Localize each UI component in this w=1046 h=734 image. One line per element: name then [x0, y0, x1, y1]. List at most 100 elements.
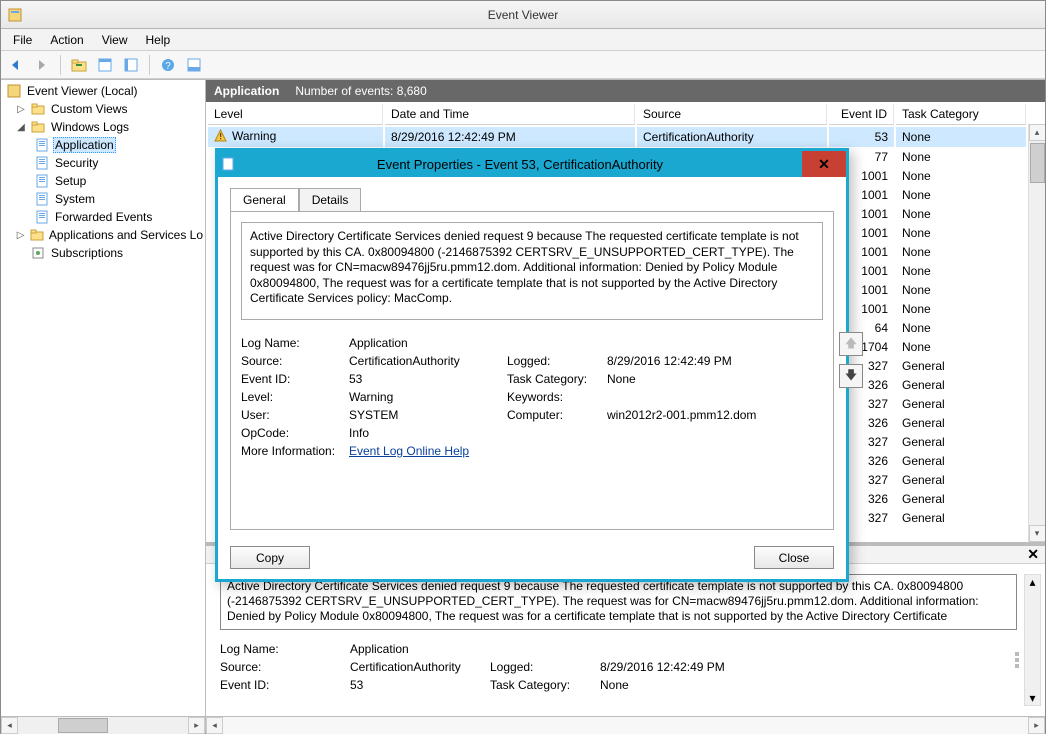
close-preview-icon[interactable]: ✕: [1027, 546, 1039, 563]
tree-system[interactable]: System: [1, 190, 205, 208]
menu-help[interactable]: Help: [138, 31, 179, 49]
scroll-thumb[interactable]: [1030, 143, 1045, 183]
tree-hscroll-thumb[interactable]: [58, 718, 108, 733]
log-icon: [34, 155, 50, 171]
taskcat-cell: None: [896, 149, 1026, 166]
col-date[interactable]: Date and Time: [385, 104, 635, 125]
forward-button[interactable]: [31, 54, 53, 76]
tree-subscriptions[interactable]: Subscriptions: [1, 244, 205, 262]
taskcat-cell: None: [896, 282, 1026, 299]
dialog-body: General Details Active Directory Certifi…: [218, 177, 846, 540]
tree-setup[interactable]: Setup: [1, 172, 205, 190]
help-button[interactable]: ?: [157, 54, 179, 76]
nav-tree[interactable]: Event Viewer (Local) ▷ Custom Views ◢ Wi…: [1, 80, 206, 716]
col-taskcat[interactable]: Task Category: [896, 104, 1026, 125]
taskcat-cell: None: [896, 301, 1026, 318]
tab-general[interactable]: General: [230, 188, 299, 212]
hscroll-left-icon[interactable]: ◂: [206, 717, 223, 734]
lbl-source: Source:: [220, 660, 350, 674]
dlbl-logname: Log Name:: [241, 336, 349, 350]
dialog-title: Event Properties - Event 53, Certificati…: [238, 157, 802, 172]
tree-custom-views[interactable]: ▷ Custom Views: [1, 100, 205, 118]
taskcat-cell: General: [896, 415, 1026, 432]
col-eventid[interactable]: Event ID: [829, 104, 894, 125]
folder-icon: [30, 119, 46, 135]
lbl-logname: Log Name:: [220, 642, 350, 656]
level-cell: Warning: [214, 129, 276, 143]
caret-icon[interactable]: ▷: [15, 103, 27, 115]
event-properties-dialog: Event Properties - Event 53, Certificati…: [215, 148, 849, 582]
scroll-up-icon[interactable]: ▴: [1029, 575, 1035, 589]
tree-windows-logs[interactable]: ◢ Windows Logs: [1, 118, 205, 136]
dialog-titlebar[interactable]: Event Properties - Event 53, Certificati…: [218, 151, 846, 177]
taskcat-cell: None: [896, 225, 1026, 242]
dlbl-level: Level:: [241, 390, 349, 404]
menu-view[interactable]: View: [94, 31, 136, 49]
grid-scrollbar[interactable]: ▴ ▾: [1028, 124, 1045, 542]
next-event-button[interactable]: 🡇: [839, 364, 863, 388]
content-header: Application Number of events: 8,680: [206, 80, 1045, 102]
dval-level: Warning: [349, 390, 507, 404]
hscroll-right-icon[interactable]: ▸: [188, 717, 205, 734]
dval-taskcat: None: [607, 372, 823, 386]
taskcat-cell: None: [896, 320, 1026, 337]
dval-source: CertificationAuthority: [349, 354, 507, 368]
col-source[interactable]: Source: [637, 104, 827, 125]
taskcat-cell: General: [896, 358, 1026, 375]
taskcat-cell: General: [896, 434, 1026, 451]
view-pane-1-button[interactable]: [94, 54, 116, 76]
dval-logname: Application: [349, 336, 507, 350]
dialog-nav-arrows: 🡅 🡇: [839, 332, 863, 388]
dialog-description: Active Directory Certificate Services de…: [241, 222, 823, 320]
caret-down-icon[interactable]: ◢: [15, 121, 27, 133]
preview-scrollbar[interactable]: ▴ ▾: [1024, 574, 1041, 706]
dlbl-moreinfo: More Information:: [241, 444, 349, 458]
view-pane-3-button[interactable]: [183, 54, 205, 76]
tree-forwarded[interactable]: Forwarded Events: [1, 208, 205, 226]
menu-action[interactable]: Action: [42, 31, 91, 49]
tree-security[interactable]: Security: [1, 154, 205, 172]
dlbl-user: User:: [241, 408, 349, 422]
dval-opcode: Info: [349, 426, 507, 440]
tab-details[interactable]: Details: [299, 188, 362, 212]
splitter-handle[interactable]: [1013, 640, 1021, 680]
dialog-close-button[interactable]: ✕: [802, 151, 846, 177]
menu-file[interactable]: File: [5, 31, 40, 49]
scroll-up-icon[interactable]: ▴: [1029, 124, 1046, 141]
dialog-icon: [218, 157, 238, 171]
prev-event-button[interactable]: 🡅: [839, 332, 863, 356]
footer-scroll: ◂ ▸ ◂ ▸: [1, 716, 1045, 733]
taskcat-cell: General: [896, 491, 1026, 508]
tree-apps-services[interactable]: ▷ Applications and Services Lo: [1, 226, 205, 244]
col-level[interactable]: Level: [208, 104, 383, 125]
val-eventid: 53: [350, 678, 490, 692]
table-row[interactable]: Warning8/29/2016 12:42:49 PMCertificatio…: [208, 127, 1026, 147]
hscroll-right-icon[interactable]: ▸: [1028, 717, 1045, 734]
caret-icon[interactable]: ▷: [15, 229, 26, 241]
dval-logged: 8/29/2016 12:42:49 PM: [607, 354, 823, 368]
taskcat-cell: General: [896, 453, 1026, 470]
subscriptions-icon: [30, 245, 46, 261]
close-button[interactable]: Close: [754, 546, 834, 569]
dlbl-logged: Logged:: [507, 354, 607, 368]
taskcat-cell: None: [896, 206, 1026, 223]
content-hscroll-track[interactable]: [223, 717, 1028, 734]
tab-panel-general: Active Directory Certificate Services de…: [230, 211, 834, 530]
preview-content: Active Directory Certificate Services de…: [206, 564, 1045, 716]
lbl-taskcat: Task Category:: [490, 678, 600, 692]
taskcat-cell: General: [896, 396, 1026, 413]
copy-button[interactable]: Copy: [230, 546, 310, 569]
scroll-down-icon[interactable]: ▾: [1029, 525, 1046, 542]
val-logged: 8/29/2016 12:42:49 PM: [600, 660, 1017, 674]
back-button[interactable]: [5, 54, 27, 76]
tree-hscroll-track[interactable]: [18, 717, 188, 734]
folder-button[interactable]: [68, 54, 90, 76]
scroll-down-icon[interactable]: ▾: [1029, 691, 1035, 705]
tree-application[interactable]: Application: [1, 136, 205, 154]
date-cell: 8/29/2016 12:42:49 PM: [385, 127, 635, 147]
more-info-link[interactable]: Event Log Online Help: [349, 444, 469, 458]
tree-root[interactable]: Event Viewer (Local): [1, 82, 205, 100]
view-pane-2-button[interactable]: [120, 54, 142, 76]
taskcat-cell: None: [896, 339, 1026, 356]
hscroll-left-icon[interactable]: ◂: [1, 717, 18, 734]
